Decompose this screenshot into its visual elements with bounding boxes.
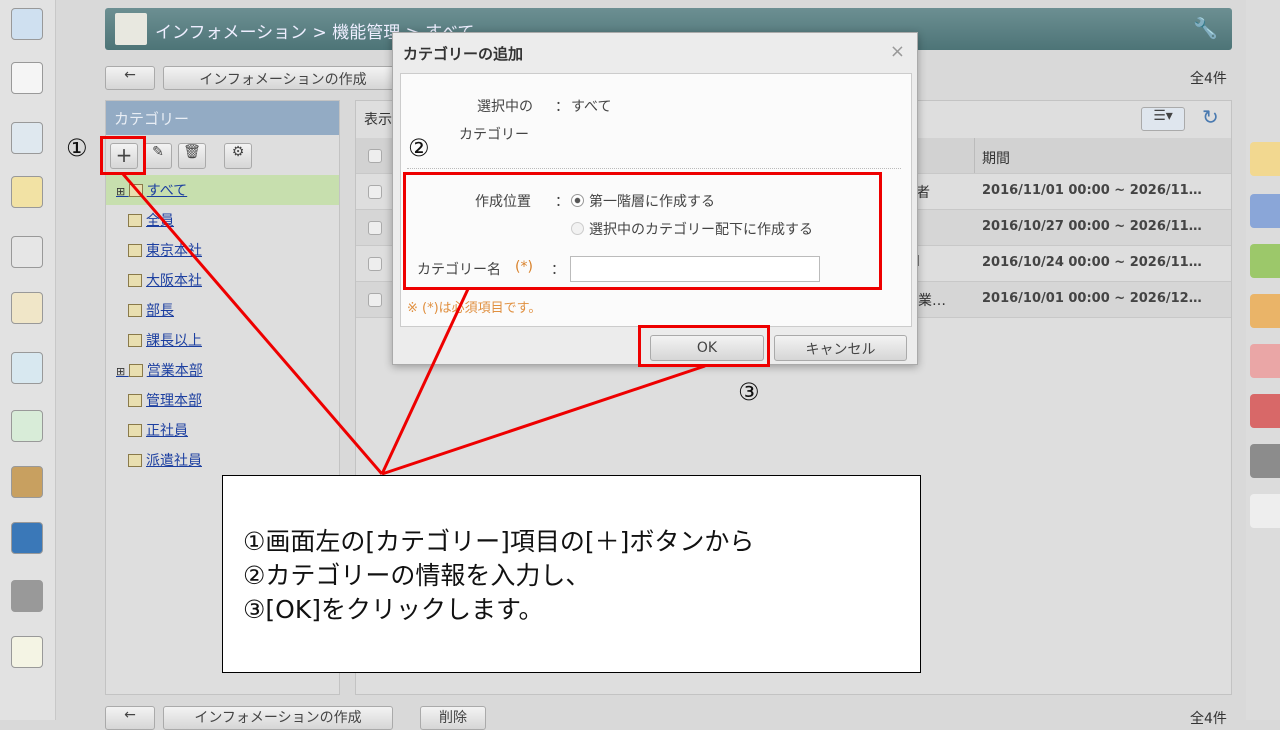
highlight-add-button	[100, 136, 146, 175]
annotation-line-3	[381, 364, 706, 476]
step-1-marker: ①	[66, 134, 88, 162]
annotation-line-1	[121, 173, 384, 475]
step-2-marker: ②	[408, 134, 430, 162]
step-3-marker: ③	[738, 378, 760, 406]
highlight-form	[403, 172, 882, 290]
highlight-ok	[638, 325, 770, 367]
instruction-callout: ①画面左の[カテゴリー]項目の[＋]ボタンから ②カテゴリーの情報を入力し、 ③…	[222, 475, 921, 673]
annotation-line-2	[380, 288, 470, 475]
